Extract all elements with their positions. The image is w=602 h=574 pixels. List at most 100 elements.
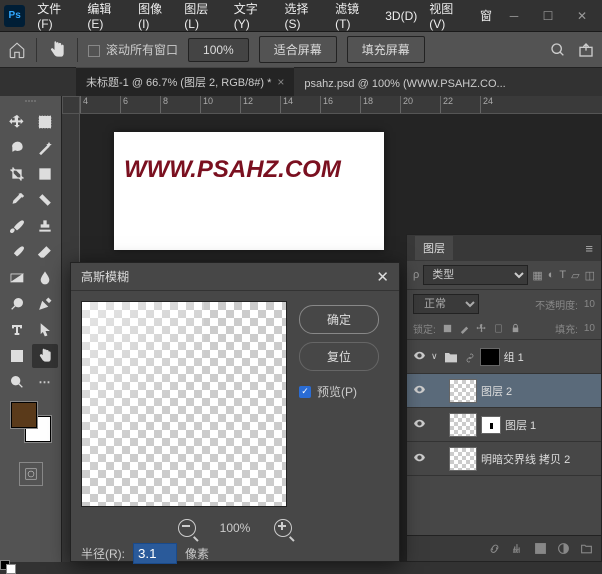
ruler-horizontal[interactable]: 4681012141618202224 <box>80 96 602 114</box>
dialog-close-icon[interactable]: ✕ <box>376 268 389 286</box>
home-icon[interactable] <box>8 41 26 59</box>
ok-button[interactable]: 确定 <box>299 305 379 334</box>
layer-name[interactable]: 图层 1 <box>505 417 536 433</box>
eyedropper-tool[interactable] <box>4 188 30 212</box>
type-tool[interactable] <box>4 318 30 342</box>
lock-all-icon[interactable] <box>510 323 521 334</box>
lock-artboard-icon[interactable] <box>493 323 504 334</box>
document-canvas[interactable]: WWW.PSAHZ.COM <box>114 132 384 250</box>
layer-thumb[interactable] <box>449 447 477 471</box>
pen-tool[interactable] <box>32 292 58 316</box>
tab-close-icon[interactable]: × <box>277 75 284 89</box>
menu-image[interactable]: 图像(I) <box>132 0 178 35</box>
dodge-tool[interactable] <box>4 292 30 316</box>
filter-shape-icon[interactable]: ▱ <box>571 269 579 282</box>
fill-value[interactable]: 10 <box>584 323 595 334</box>
layer-mask-icon[interactable] <box>534 542 547 555</box>
layer-thumb[interactable] <box>449 413 477 437</box>
share-icon[interactable] <box>578 42 594 58</box>
maximize-button[interactable]: ☐ <box>532 4 564 28</box>
radius-input[interactable] <box>133 543 177 564</box>
lock-brush-icon[interactable] <box>459 323 470 334</box>
zoom-tool[interactable] <box>4 370 30 394</box>
blend-mode-select[interactable]: 正常 <box>413 294 479 314</box>
stamp-tool[interactable] <box>32 214 58 238</box>
layer-name[interactable]: 组 1 <box>504 349 524 365</box>
layers-tab[interactable]: 图层 <box>415 236 453 260</box>
layer-name[interactable]: 图层 2 <box>481 383 512 399</box>
layer-1[interactable]: 图层 1 <box>407 408 601 442</box>
close-button[interactable]: ✕ <box>566 4 598 28</box>
menu-layer[interactable]: 图层(L) <box>178 0 227 35</box>
lock-transparent-icon[interactable] <box>442 323 453 334</box>
layer-style-icon[interactable]: fx <box>511 542 524 555</box>
edit-toolbar[interactable]: ⋯ <box>32 370 58 394</box>
blur-tool[interactable] <box>32 266 58 290</box>
menu-window[interactable]: 窗 <box>474 3 498 28</box>
hand-tool-selected[interactable] <box>32 344 58 368</box>
preview-checkbox[interactable]: ✓预览(P) <box>299 383 379 400</box>
blur-preview[interactable] <box>81 301 287 507</box>
default-colors-icon[interactable] <box>0 560 16 574</box>
reset-button[interactable]: 复位 <box>299 342 379 371</box>
menu-view[interactable]: 视图(V) <box>423 0 474 35</box>
layer-thumb[interactable] <box>449 379 477 403</box>
filter-kind-select[interactable]: 类型 <box>423 265 528 285</box>
frame-tool[interactable] <box>32 162 58 186</box>
filter-smart-icon[interactable]: ◫ <box>585 269 595 282</box>
tab-document-1[interactable]: 未标题-1 @ 66.7% (图层 2, RGB/8#) *× <box>76 67 294 96</box>
group-mask-thumb[interactable] <box>480 348 500 366</box>
visibility-toggle[interactable] <box>411 451 427 467</box>
opacity-value[interactable]: 10 <box>584 299 595 310</box>
history-brush-tool[interactable] <box>4 240 30 264</box>
lasso-tool[interactable] <box>4 136 30 160</box>
crop-tool[interactable] <box>4 162 30 186</box>
menu-3d[interactable]: 3D(D) <box>379 5 423 27</box>
brush-tool[interactable] <box>4 214 30 238</box>
eraser-tool[interactable] <box>32 240 58 264</box>
expand-icon[interactable]: ∨ <box>431 351 438 362</box>
menu-select[interactable]: 选择(S) <box>278 0 329 35</box>
gradient-tool[interactable] <box>4 266 30 290</box>
move-tool[interactable] <box>4 110 30 134</box>
menu-text[interactable]: 文字(Y) <box>228 0 279 35</box>
hand-tool-icon[interactable] <box>47 40 67 60</box>
visibility-toggle[interactable] <box>411 383 427 399</box>
layer-mask-thumb[interactable] <box>481 416 501 434</box>
layer-name[interactable]: 明暗交界线 拷贝 2 <box>481 451 570 467</box>
zoom-in-icon[interactable] <box>274 519 292 537</box>
fill-screen-button[interactable]: 填充屏幕 <box>347 36 425 63</box>
heal-tool[interactable] <box>32 188 58 212</box>
shape-tool[interactable] <box>4 344 30 368</box>
marquee-tool[interactable] <box>32 110 58 134</box>
new-group-icon[interactable] <box>580 542 593 555</box>
color-swatches[interactable] <box>11 402 51 442</box>
path-select-tool[interactable] <box>32 318 58 342</box>
search-icon[interactable] <box>550 42 566 58</box>
lock-position-icon[interactable] <box>476 323 487 334</box>
link-layers-icon[interactable] <box>488 542 501 555</box>
ruler-origin[interactable] <box>62 96 80 114</box>
quick-mask-button[interactable] <box>19 462 43 486</box>
zoom-out-icon[interactable] <box>178 519 196 537</box>
layer-copy-2[interactable]: 明暗交界线 拷贝 2 <box>407 442 601 476</box>
fit-screen-button[interactable]: 适合屏幕 <box>259 36 337 63</box>
filter-pixel-icon[interactable]: ▦ <box>532 269 542 282</box>
foreground-color[interactable] <box>11 402 37 428</box>
filter-adjust-icon[interactable]: ◐ <box>548 269 555 282</box>
adjustment-layer-icon[interactable] <box>557 542 570 555</box>
menu-edit[interactable]: 编辑(E) <box>81 0 132 35</box>
visibility-toggle[interactable] <box>411 417 427 433</box>
menu-file[interactable]: 文件(F) <box>31 0 81 35</box>
filter-type-icon[interactable]: T <box>559 269 566 282</box>
visibility-toggle[interactable] <box>411 349 427 365</box>
panel-menu-icon[interactable]: ≡ <box>585 241 593 256</box>
tab-document-2[interactable]: psahz.psd @ 100% (WWW.PSAHZ.CO... <box>294 72 515 96</box>
minimize-button[interactable]: ─ <box>498 4 530 28</box>
wand-tool[interactable] <box>32 136 58 160</box>
menu-filter[interactable]: 滤镜(T) <box>329 0 379 35</box>
layer-2[interactable]: 图层 2 <box>407 374 601 408</box>
zoom-level-button[interactable]: 100% <box>188 38 249 62</box>
scroll-all-checkbox[interactable]: 滚动所有窗口 <box>88 41 178 58</box>
panel-grip[interactable] <box>11 100 51 106</box>
